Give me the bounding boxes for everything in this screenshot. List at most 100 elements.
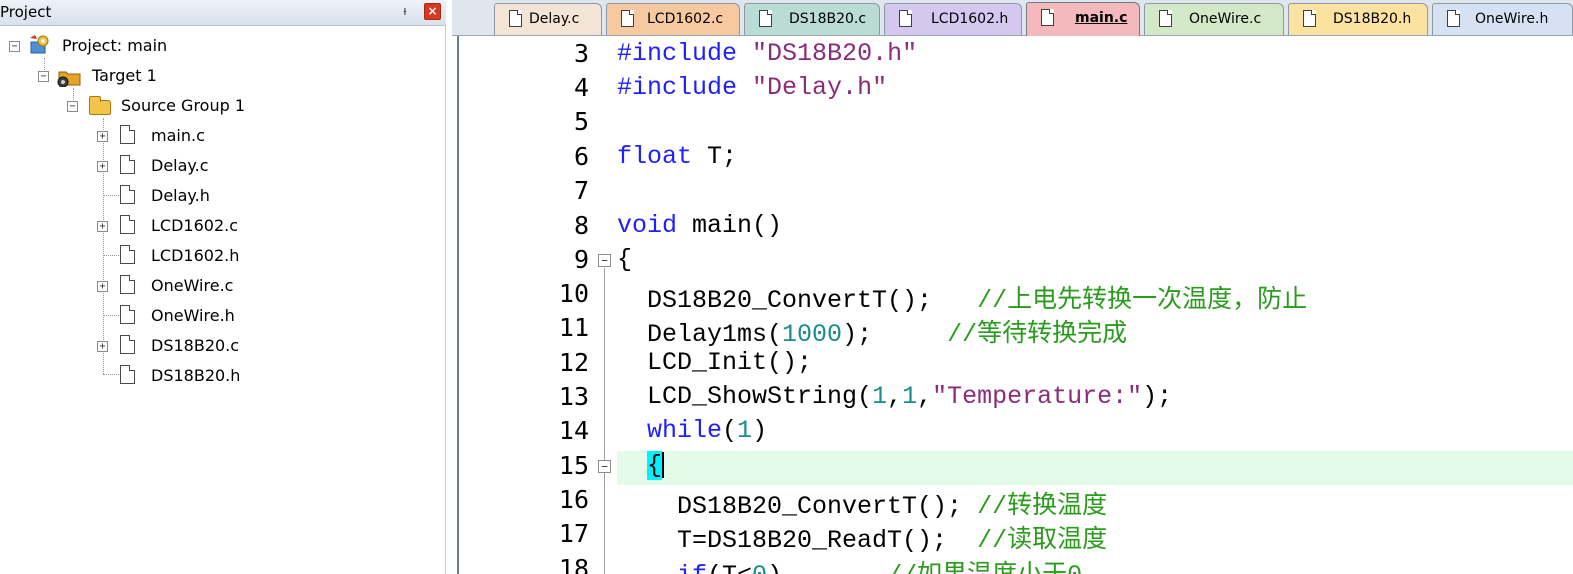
file-icon [120, 275, 135, 294]
fold-guide-line [604, 268, 605, 574]
tab-lcd1602-c[interactable]: LCD1602.c [606, 3, 740, 35]
panel-title: Project [0, 3, 52, 21]
code-token: LCD_Init(); [647, 348, 813, 377]
editor-tab-strip: Delay.c LCD1602.c DS18B20.c LCD1602.h ma… [452, 0, 1573, 36]
code-token: ) [752, 416, 768, 445]
code-line: while(1) [617, 416, 767, 450]
fold-collapse-icon[interactable]: − [598, 254, 611, 267]
tab-main-c[interactable]: main.c [1026, 2, 1140, 36]
tab-ds18b20-h[interactable]: DS18B20.h [1288, 3, 1428, 35]
file-icon [759, 10, 772, 27]
expand-icon[interactable]: + [97, 221, 108, 232]
tab-label: LCD1602.h [931, 11, 1009, 27]
tree-label-file: Delay.h [151, 186, 210, 205]
code-token: #include [617, 73, 738, 102]
tab-ds18b20-c[interactable]: DS18B20.c [744, 3, 880, 35]
collapse-icon[interactable]: − [67, 101, 78, 112]
tree-item-file[interactable]: Delay.h [0, 182, 440, 210]
code-token: T=DS18B20_ReadT(); [677, 526, 948, 555]
tab-delay-c[interactable]: Delay.c [494, 3, 602, 35]
file-icon [1447, 10, 1460, 27]
collapse-icon[interactable]: − [9, 41, 20, 52]
folder-icon [89, 96, 111, 115]
code-token: Delay1ms( [647, 320, 783, 349]
line-number: 17 [558, 519, 589, 548]
current-code-line: { [617, 451, 1573, 485]
tree-label-file: DS18B20.h [151, 366, 241, 385]
file-icon [120, 245, 135, 264]
pin-icon[interactable]: ᵼ [398, 4, 412, 20]
code-token: if [677, 561, 707, 574]
tree-item-file[interactable]: + OneWire.c [0, 272, 440, 300]
tree-item-file[interactable]: LCD1602.h [0, 242, 440, 270]
code-token: float [617, 142, 693, 171]
expand-icon[interactable]: + [97, 131, 108, 142]
code-line: LCD_Init(); [617, 348, 812, 382]
expand-icon[interactable]: + [97, 161, 108, 172]
tab-onewire-c[interactable]: OneWire.c [1144, 3, 1284, 35]
code-line: DS18B20_ConvertT(); //转换温度 [617, 485, 1107, 521]
tree-item-source-group[interactable]: − Source Group 1 [0, 92, 440, 120]
tree-item-project[interactable]: − Project: main [0, 32, 440, 60]
code-comment: //如果温度小于0 [887, 561, 1082, 574]
line-number: 6 [573, 142, 589, 171]
tab-onewire-h[interactable]: OneWire.h [1432, 3, 1573, 35]
code-token: ); [842, 320, 873, 349]
tree-item-file[interactable]: + LCD1602.c [0, 212, 440, 240]
code-line: float T; [617, 142, 737, 176]
code-token: "Temperature:" [932, 382, 1143, 411]
line-number: 15 [558, 451, 589, 480]
project-settings-icon [28, 34, 52, 56]
code-line: void main() [617, 211, 782, 245]
code-token: void [617, 211, 678, 240]
tab-label: OneWire.h [1475, 11, 1549, 27]
tree-item-file[interactable]: DS18B20.h [0, 362, 440, 390]
project-panel: Project ᵼ × − Project: main − Target 1 −… [0, 0, 446, 574]
tree-item-file[interactable]: + DS18B20.c [0, 332, 440, 360]
collapse-icon[interactable]: − [38, 71, 49, 82]
code-token: 1 [737, 416, 753, 445]
code-token: ); [1142, 382, 1173, 411]
file-icon [120, 305, 135, 324]
tree-label-source-group: Source Group 1 [121, 96, 246, 115]
code-editor[interactable]: 3 4 5 6 7 8 9 10 11 12 13 14 15 16 17 18… [457, 36, 1573, 574]
expand-icon[interactable]: + [97, 281, 108, 292]
tab-label: DS18B20.h [1333, 11, 1412, 27]
tree-item-file[interactable]: + Delay.c [0, 152, 440, 180]
file-icon [899, 10, 912, 27]
line-number: 3 [573, 39, 589, 68]
tree-item-target[interactable]: − Target 1 [0, 62, 440, 90]
tree-item-file[interactable]: OneWire.h [0, 302, 440, 330]
tab-lcd1602-h[interactable]: LCD1602.h [884, 3, 1022, 35]
close-icon[interactable]: × [424, 3, 441, 20]
text-caret [662, 452, 665, 479]
file-icon [621, 10, 634, 27]
line-number: 4 [573, 73, 589, 102]
expand-icon[interactable]: + [97, 341, 108, 352]
file-icon [120, 335, 135, 354]
line-number: 16 [558, 485, 589, 514]
line-number: 12 [558, 348, 589, 377]
line-number: 14 [558, 416, 589, 445]
line-number: 5 [573, 107, 589, 136]
code-token: 1000 [782, 320, 843, 349]
code-comment: //等待转换完成 [947, 320, 1128, 349]
file-icon [120, 155, 135, 174]
tree-label-file: OneWire.h [151, 306, 235, 325]
tree-item-file[interactable]: + main.c [0, 122, 440, 150]
code-line: T=DS18B20_ReadT(); //读取温度 [617, 519, 1107, 555]
code-token: "Delay.h" [752, 73, 888, 102]
file-icon [120, 125, 135, 144]
tab-label: OneWire.c [1189, 11, 1262, 27]
code-token: main() [677, 211, 783, 240]
file-icon [120, 185, 135, 204]
file-icon [120, 365, 135, 384]
line-number: 8 [573, 211, 589, 240]
code-token: (T< [707, 561, 752, 574]
code-token: #include [617, 39, 738, 68]
fold-collapse-icon[interactable]: − [598, 460, 611, 473]
code-comment: //上电先转换一次温度，防止 [977, 286, 1308, 315]
code-token: ( [722, 416, 738, 445]
line-number: 13 [558, 382, 589, 411]
tree-label-file: DS18B20.c [151, 336, 240, 355]
